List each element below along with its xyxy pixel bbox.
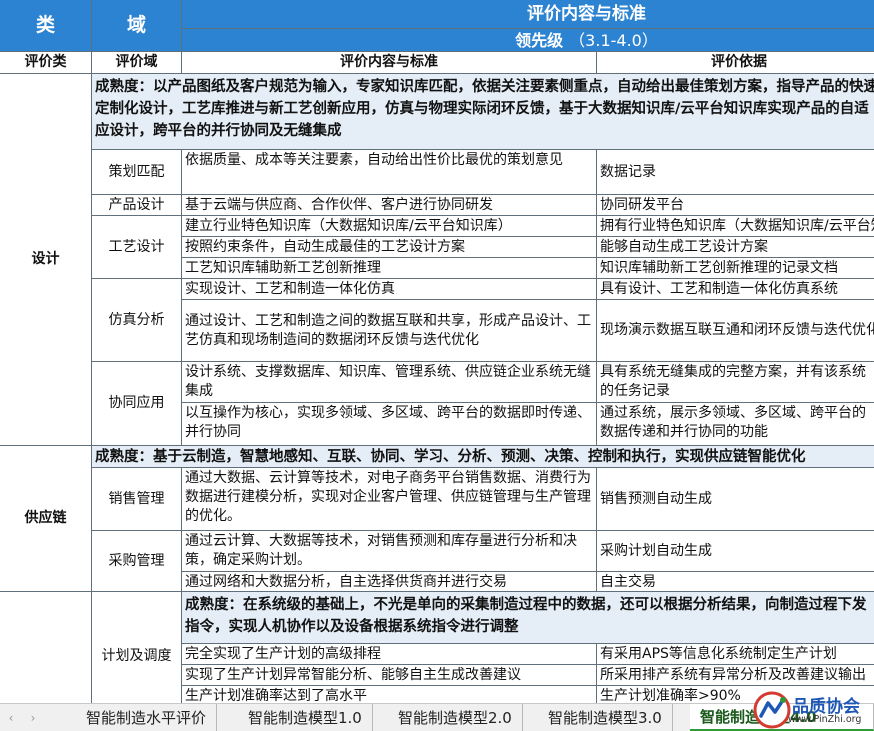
tab-scroll-left-icon[interactable]: ‹ (0, 704, 22, 731)
maturity-supply-chain[interactable]: 成熟度：基于云制造，智慧地感知、互联、协同、学习、分析、预测、决策、控制和执行，… (92, 446, 874, 468)
tab-scroll-right-icon[interactable]: › (22, 704, 44, 731)
basis-cell[interactable]: 拥有行业特色知识库（大数据知识库/云平台知识库） (597, 216, 874, 237)
basis-cell[interactable]: 销售预测自动生成 (597, 468, 874, 531)
domain-process-design[interactable]: 工艺设计 (92, 216, 182, 279)
basis-cell[interactable]: 现场演示数据互联互通和闭环反馈与迭代优化 (597, 300, 874, 362)
header-criteria-text: 评价内容与标准 (527, 3, 646, 24)
content-cell[interactable]: 按照约束条件，自动生成最佳的工艺设计方案 (182, 237, 597, 258)
domain-simulation[interactable]: 仿真分析 (92, 279, 182, 362)
pinzhi-logo-icon (753, 691, 791, 729)
basis-cell[interactable]: 具有系统无缝集成的完整方案，并有该系统的任务记录 (597, 362, 874, 403)
sheet-tab-model-3[interactable]: 智能制造模型3.0 (538, 704, 673, 731)
domain-sales[interactable]: 销售管理 (92, 468, 182, 531)
content-cell[interactable]: 通过网络和大数据分析，自主选择供货商并进行交易 (182, 572, 597, 592)
maturity-design[interactable]: 成熟度：以产品图纸及客户规范为输入，专家知识库匹配，依据关注要素侧重点，自动给出… (92, 74, 874, 150)
header-domain-title[interactable]: 域 (92, 0, 182, 52)
basis-cell[interactable]: 协同研发平台 (597, 195, 874, 216)
content-cell[interactable]: 通过设计、工艺和制造之间的数据互联和共享，形成产品设计、工艺仿真和现场制造间的数… (182, 300, 597, 362)
header-level-name: 领先级 (515, 30, 564, 50)
content-cell[interactable]: 以互操作为核心，实现多领域、多区域、跨平台的数据即时传递、并行协同 (182, 403, 597, 446)
category-design[interactable]: 设计 (0, 74, 92, 446)
sheet-tab-model-1[interactable]: 智能制造模型1.0 (238, 704, 373, 731)
domain-purchase[interactable]: 采购管理 (92, 531, 182, 592)
content-cell[interactable]: 工艺知识库辅助新工艺创新推理 (182, 258, 597, 279)
content-cell[interactable]: 生产计划准确率达到了高水平 (182, 686, 597, 703)
basis-cell[interactable]: 具有设计、工艺和制造一体化仿真系统 (597, 279, 874, 300)
content-cell[interactable]: 建立行业特色知识库（大数据知识库/云平台知识库） (182, 216, 597, 237)
sheet-tab-evaluation[interactable]: 智能制造水平评价 (76, 704, 218, 731)
basis-cell[interactable]: 采购计划自动生成 (597, 531, 874, 572)
content-cell[interactable]: 基于云端与供应商、合作伙伴、客户进行协同研发 (182, 195, 597, 216)
col-header-content[interactable]: 评价内容与标准 (182, 52, 597, 74)
basis-cell[interactable]: 自主交易 (597, 572, 874, 592)
spreadsheet-grid[interactable]: 类 域 评价内容与标准 领先级 （3.1-4.0） 评价类 评价域 评价内容与标准… (0, 0, 874, 703)
domain-collaboration[interactable]: 协同应用 (92, 362, 182, 446)
category-production[interactable] (0, 592, 92, 703)
domain-product-design[interactable]: 产品设计 (92, 195, 182, 216)
content-cell[interactable]: 设计系统、支撑数据库、知识库、管理系统、供应链企业系统无缝集成 (182, 362, 597, 403)
domain-planning-scheduling[interactable]: 计划及调度 (92, 592, 182, 703)
content-cell[interactable]: 实现设计、工艺和制造一体化仿真 (182, 279, 597, 300)
col-header-category[interactable]: 评价类 (0, 52, 92, 74)
basis-cell[interactable]: 通过系统，展示多领域、多区域、跨平台的数据传递和并行协同的功能 (597, 403, 874, 446)
col-header-basis[interactable]: 评价依据 (597, 52, 874, 74)
domain-planning[interactable]: 策划匹配 (92, 150, 182, 195)
category-supply-chain[interactable]: 供应链 (0, 446, 92, 592)
basis-cell[interactable]: 知识库辅助新工艺创新推理的记录文档 (597, 258, 874, 279)
basis-cell[interactable]: 数据记录 (597, 150, 874, 195)
sheet-tab-model-2[interactable]: 智能制造模型2.0 (388, 704, 523, 731)
content-cell[interactable]: 依据质量、成本等关注要素，自动给出性价比最优的策划意见 (182, 150, 597, 195)
col-header-domain[interactable]: 评价域 (92, 52, 182, 74)
content-cell[interactable]: 实现了生产计划异常智能分析、能够自主生成改善建议 (182, 665, 597, 686)
content-cell[interactable]: 通过云计算、大数据等技术，对销售预测和库存量进行分析和决策，确定采购计划。 (182, 531, 597, 572)
header-category-title[interactable]: 类 (0, 0, 92, 52)
sheet-tab-bar: ‹ › 智能制造水平评价 智能制造模型1.0 智能制造模型2.0 智能制造模型3… (0, 703, 874, 731)
header-level-range: （3.1-4.0） (569, 30, 658, 50)
basis-cell[interactable]: 能够自动生成工艺设计方案 (597, 237, 874, 258)
basis-cell[interactable]: 所采用排产系统有异常分析及改善建议输出 (597, 665, 874, 686)
watermark-url: www.PinZhi.org (788, 714, 862, 725)
header-criteria-title[interactable]: 评价内容与标准 (182, 0, 874, 29)
content-cell[interactable]: 完全实现了生产计划的高级排程 (182, 644, 597, 665)
header-level[interactable]: 领先级 （3.1-4.0） (182, 29, 874, 52)
watermark-logo: 品质协会 www.PinZhi.org (752, 690, 874, 731)
content-cell[interactable]: 通过大数据、云计算等技术，对电子商务平台销售数据、消费行为数据进行建模分析，实现… (182, 468, 597, 531)
maturity-production[interactable]: 成熟度：在系统级的基础上，不光是单向的采集制造过程中的数据，还可以根据分析结果，… (182, 592, 874, 644)
basis-cell[interactable]: 有采用APS等信息化系统制定生产计划 (597, 644, 874, 665)
